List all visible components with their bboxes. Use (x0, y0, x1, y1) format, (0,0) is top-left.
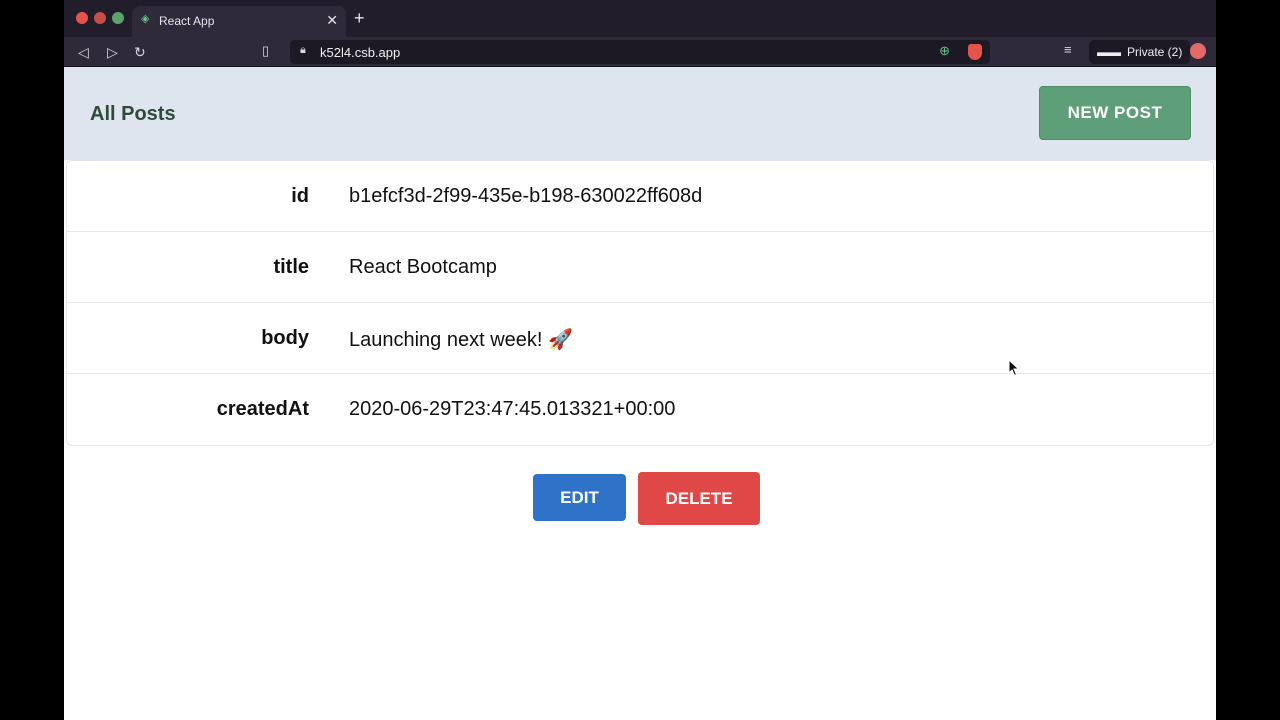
zoom-icon[interactable]: ⊕ (939, 43, 950, 59)
row-value: b1efcf3d-2f99-435e-b198-630022ff608d (349, 185, 703, 207)
row-label: body (261, 327, 309, 349)
brave-shield-icon[interactable] (968, 44, 982, 60)
page-title[interactable]: All Posts (90, 103, 176, 126)
post-actions: EDIT DELETE (64, 472, 1216, 525)
row-value: React Bootcamp (349, 256, 497, 278)
private-label: Private (2) (1127, 45, 1183, 59)
browser-window: ◈ React App ✕ + ◁ ▷ ↻ ▯ 🔒︎ k52l4.csb.app… (64, 0, 1216, 720)
tab-bar: ◈ React App ✕ + (64, 0, 1216, 37)
private-glasses-icon: ▬▬ (1097, 45, 1121, 59)
row-value: Launching next week! 🚀 (349, 329, 573, 351)
tab-react-app[interactable]: ◈ React App ✕ (132, 6, 346, 37)
bookmark-icon[interactable]: ▯ (262, 43, 269, 59)
private-window-badge[interactable]: ▬▬ Private (2) (1089, 40, 1191, 64)
browser-toolbar: ◁ ▷ ↻ ▯ 🔒︎ k52l4.csb.app ⊕ ≡ ▬▬ Private (… (64, 37, 1216, 67)
minimize-window-button[interactable] (94, 12, 106, 24)
url-text[interactable]: k52l4.csb.app (320, 45, 400, 60)
row-value: 2020-06-29T23:47:45.013321+00:00 (349, 398, 676, 420)
post-detail-card: id b1efcf3d-2f99-435e-b198-630022ff608d … (66, 160, 1214, 446)
row-label: createdAt (216, 398, 309, 420)
close-icon[interactable]: ✕ (326, 12, 338, 29)
profile-icon[interactable] (1190, 43, 1206, 59)
tab-title: React App (159, 14, 215, 28)
address-bar[interactable]: 🔒︎ k52l4.csb.app ⊕ (290, 40, 990, 64)
maximize-window-button[interactable] (112, 12, 124, 24)
detail-row-id: id b1efcf3d-2f99-435e-b198-630022ff608d (67, 161, 1213, 232)
plus-icon[interactable]: + (354, 9, 365, 27)
reader-icon[interactable]: ≡ (1064, 42, 1072, 57)
reload-icon[interactable]: ↻ (134, 42, 146, 62)
close-window-button[interactable] (76, 12, 88, 24)
forward-icon[interactable]: ▷ (107, 42, 118, 62)
detail-row-createdAt: createdAt 2020-06-29T23:47:45.013321+00:… (67, 374, 1213, 445)
new-post-button[interactable]: NEW POST (1039, 86, 1191, 140)
detail-row-body: body Launching next week! 🚀 (67, 303, 1213, 374)
row-label: id (291, 185, 309, 207)
sandbox-icon: ◈ (141, 13, 150, 25)
detail-row-title: title React Bootcamp (67, 232, 1213, 303)
app-root: All Posts NEW POST id b1efcf3d-2f99-435e… (64, 67, 1216, 720)
app-header: All Posts NEW POST (64, 67, 1216, 160)
back-icon[interactable]: ◁ (78, 42, 89, 62)
row-label: title (273, 256, 309, 278)
delete-button[interactable]: DELETE (638, 472, 760, 525)
lock-icon: 🔒︎ (300, 44, 306, 56)
edit-button[interactable]: EDIT (533, 474, 626, 521)
